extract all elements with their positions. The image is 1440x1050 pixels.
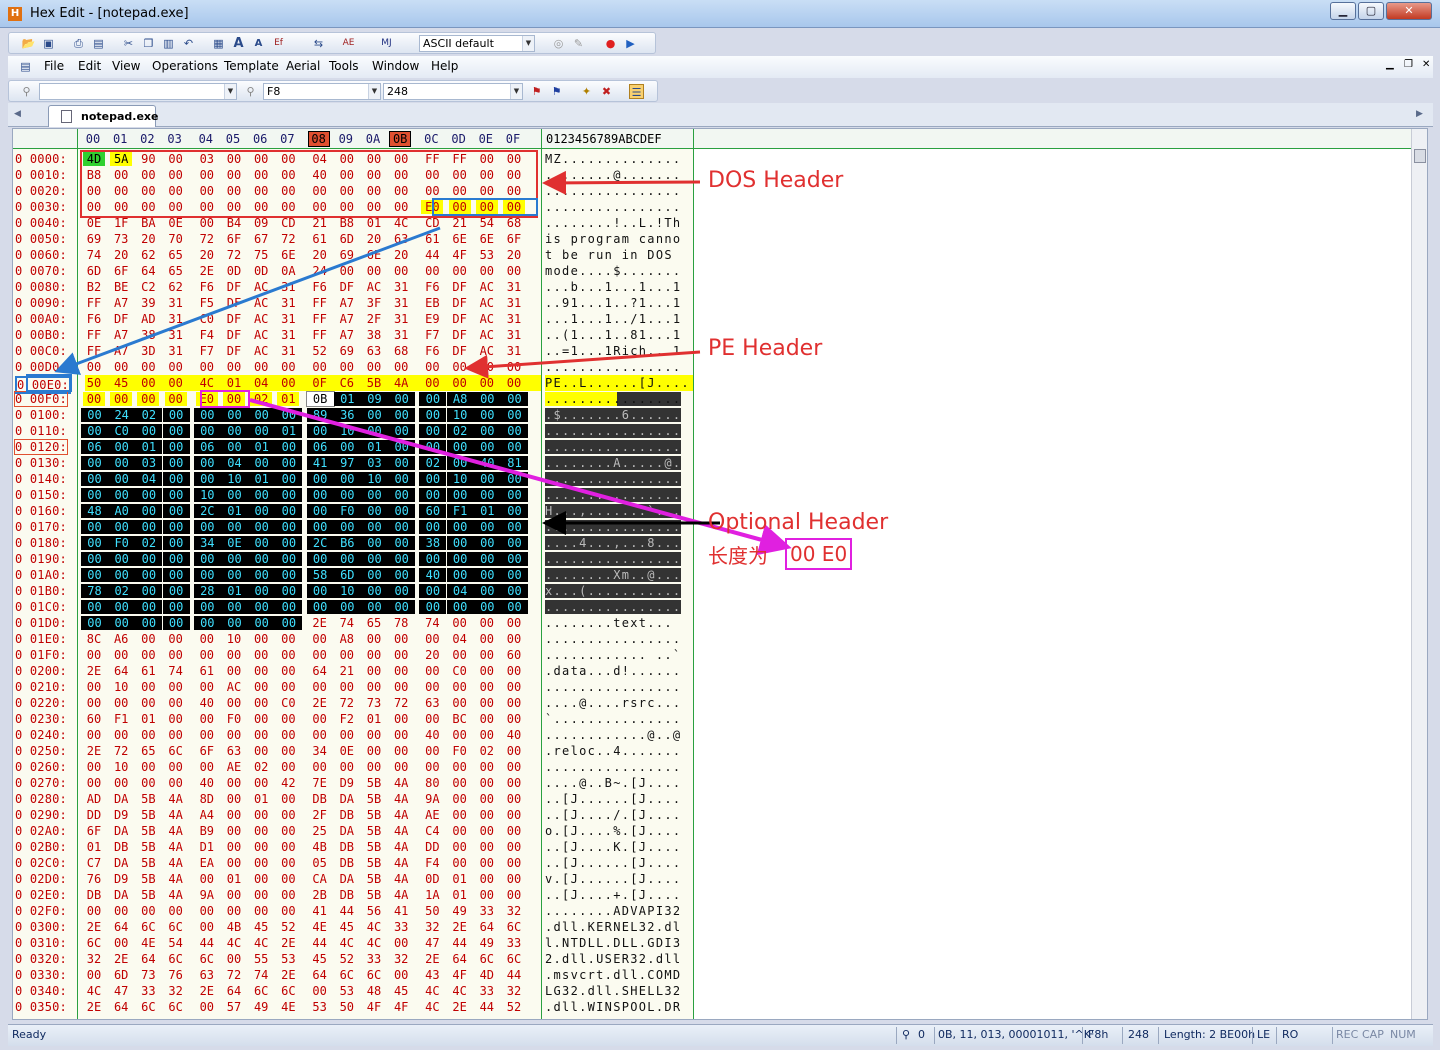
status-endian: LE — [1257, 1028, 1271, 1041]
pe-offset-box — [26, 374, 72, 392]
status-cap: CAP — [1362, 1028, 1384, 1041]
optional-length-value: 00 E0 — [785, 538, 853, 570]
status-num: NUM — [1390, 1028, 1416, 1041]
pe-header-arrow — [464, 350, 701, 379]
status-divider — [1158, 1027, 1159, 1044]
status-divider — [1332, 1027, 1333, 1044]
e-lfanew-arrow — [54, 226, 441, 375]
status-dec: 248 — [1128, 1028, 1149, 1041]
status-divider — [896, 1027, 897, 1044]
status-readonly: RO — [1282, 1028, 1299, 1041]
dos-header-label: DOS Header — [708, 168, 844, 193]
status-divider — [1122, 1027, 1123, 1044]
status-ready: Ready — [12, 1028, 47, 1041]
status-divider — [1276, 1027, 1277, 1044]
status-divider — [934, 1027, 935, 1044]
optional-header-label: Optional Header — [708, 510, 889, 535]
status-rec: REC — [1336, 1028, 1359, 1041]
status-values: 0B, 11, 013, 00001011, '^K' — [938, 1028, 1094, 1041]
binoculars-icon: ⚲ — [902, 1028, 911, 1041]
pe-header-label: PE Header — [708, 336, 823, 361]
e-lfanew-box — [432, 198, 538, 216]
status-length: Length: 2 BE00h — [1164, 1028, 1256, 1041]
status-hex: F8h — [1088, 1028, 1109, 1041]
status-bar: Ready ⚲ 0 0B, 11, 013, 00001011, '^K' F8… — [8, 1024, 1433, 1046]
status-count: 0 — [918, 1028, 925, 1041]
optional-length-label: 长度为 — [708, 544, 768, 568]
optional-size-box — [200, 390, 250, 408]
dos-header-arrow — [542, 170, 701, 195]
status-divider — [1252, 1027, 1253, 1044]
status-divider — [1082, 1027, 1083, 1044]
